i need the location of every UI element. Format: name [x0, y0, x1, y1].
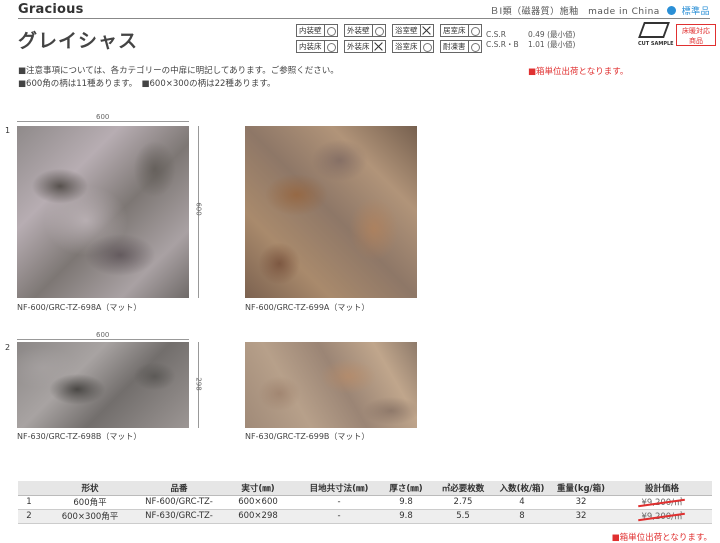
cross-icon	[372, 40, 386, 53]
usage-grid: 内装壁 外装壁 浴室壁 居室床 内装床 外装床 浴室床 耐凍害	[296, 24, 486, 53]
dimension-line	[17, 121, 189, 122]
notes: ■注意事項については、各カテゴリーの中扉に明記してあります。ご参照ください。 ■…	[18, 66, 339, 89]
standard-label: 標準品	[681, 7, 711, 17]
standard-dot-icon	[667, 6, 677, 15]
tile-code: NF-630/GRC-TZ-698B（マット）	[17, 432, 142, 441]
design-price: ¥9,200/㎡	[641, 498, 683, 508]
dimension-side: 298	[194, 377, 203, 391]
usage-item: 浴室壁	[392, 24, 438, 37]
shipping-note-bottom: ■箱単位出荷となります。	[611, 533, 712, 543]
tile-swatch	[245, 126, 417, 298]
design-price: ¥9,200/㎡	[641, 512, 683, 522]
series-title-en: Gracious	[18, 2, 84, 17]
cut-sample-icon	[638, 22, 670, 38]
tile-code: NF-600/GRC-TZ-699A（マット）	[245, 303, 370, 312]
table-row: 2 600×300角平 NF-630/GRC-TZ- 600×298 - 9.8…	[18, 509, 712, 524]
circle-icon	[324, 24, 338, 37]
dimension-side: 600	[194, 202, 203, 216]
cut-sample-badge: CUT SAMPLE	[638, 22, 674, 47]
tile-code: NF-600/GRC-TZ-698A（マット）	[17, 303, 142, 312]
circle-icon	[420, 40, 434, 53]
floor-heating-badge: 床暖対応 商品	[676, 24, 716, 46]
title-divider	[18, 18, 710, 19]
circle-icon	[468, 40, 482, 53]
circle-icon	[372, 24, 386, 37]
table-row: 1 600角平 NF-600/GRC-TZ- 600×600 - 9.8 2.7…	[18, 495, 712, 510]
tile-swatch	[17, 342, 189, 428]
dimension-top: 600	[96, 331, 110, 339]
cross-icon	[420, 24, 434, 37]
dimension-line	[17, 339, 189, 340]
usage-item: 外装壁	[344, 24, 390, 37]
usage-item: 浴室床	[392, 40, 438, 53]
product-class: ＢⅠ類（磁器質）施釉 made in China 標準品	[490, 4, 710, 17]
row-number: 1	[5, 126, 11, 135]
csr-values: C.S.R 0.49 (最小値) C.S.R・B 1.01 (最小値)	[486, 30, 576, 49]
dimension-top: 600	[96, 113, 110, 121]
series-title-jp: グレイシャス	[18, 30, 139, 52]
circle-icon	[468, 24, 482, 37]
circle-icon	[324, 40, 338, 53]
usage-item: 外装床	[344, 40, 390, 53]
usage-item: 耐凍害	[440, 40, 486, 53]
table-header-row: 形状 品番 実寸(㎜) 目地共寸法(㎜) 厚さ(㎜) ㎡必要枚数 入数(枚/箱)…	[18, 481, 712, 496]
row-number: 2	[5, 343, 11, 352]
usage-item: 居室床	[440, 24, 486, 37]
tile-swatch	[17, 126, 189, 298]
usage-item: 内装壁	[296, 24, 342, 37]
usage-item: 内装床	[296, 40, 342, 53]
tile-code: NF-630/GRC-TZ-699B（マット）	[245, 432, 370, 441]
shipping-note: ■箱単位出荷となります。	[528, 67, 629, 77]
tile-swatch	[245, 342, 417, 428]
class-text: ＢⅠ類（磁器質）施釉 made in China	[490, 7, 660, 17]
spec-table: 形状 品番 実寸(㎜) 目地共寸法(㎜) 厚さ(㎜) ㎡必要枚数 入数(枚/箱)…	[18, 481, 712, 524]
